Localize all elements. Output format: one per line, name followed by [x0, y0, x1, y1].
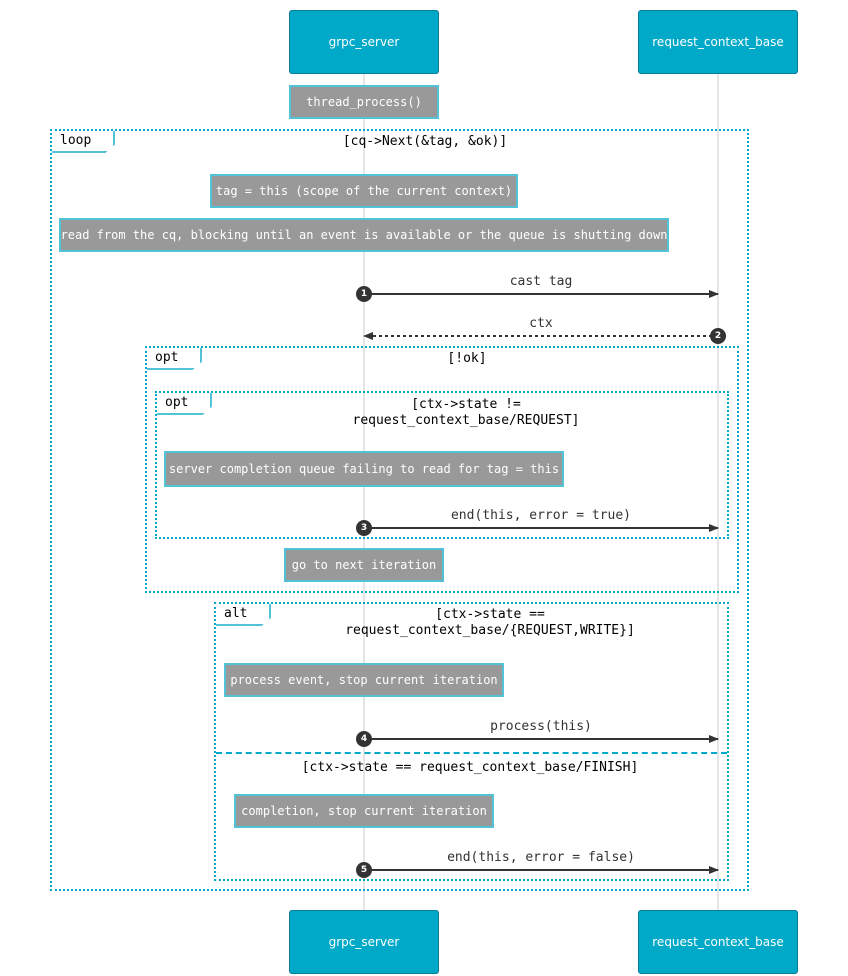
message-2-number-badge: 2	[710, 328, 726, 344]
message-arrows	[363, 290, 719, 874]
participant-request-context-base-bottom[interactable]: request_context_base	[638, 910, 798, 974]
message-4-number-badge: 4	[356, 731, 372, 747]
message-1-number-badge: 1	[356, 286, 372, 302]
message-5-number-badge: 5	[356, 862, 372, 878]
message-3-number-badge: 3	[356, 520, 372, 536]
participant-grpc-server-bottom[interactable]: grpc_server	[289, 910, 439, 974]
